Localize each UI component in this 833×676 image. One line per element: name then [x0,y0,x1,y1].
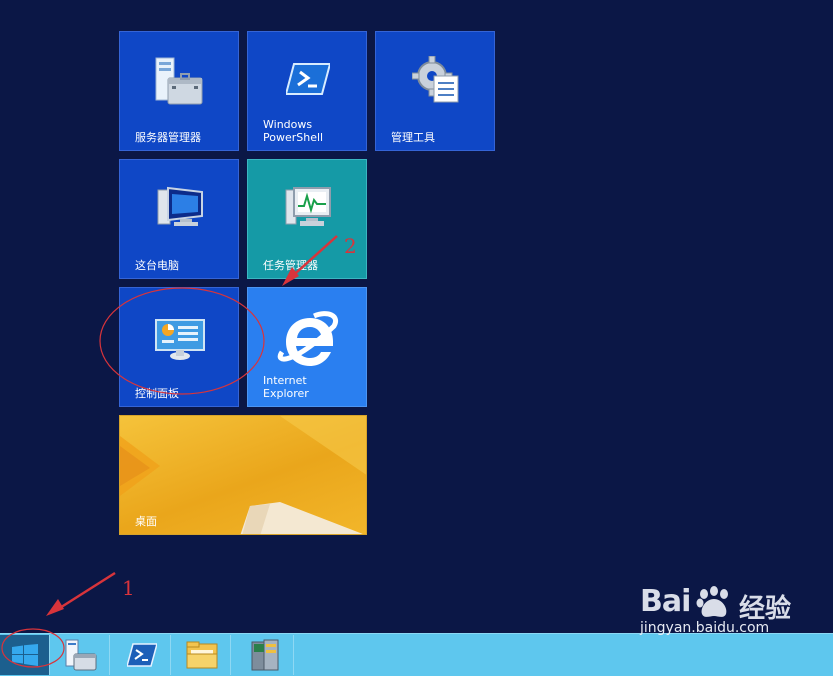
annotation-arrow-1 [54,571,116,613]
tile-label: Windows PowerShell [263,118,324,144]
tile-control-panel[interactable]: 控制面板 [119,287,239,407]
start-button[interactable] [0,635,50,675]
tile-task-manager[interactable]: 任务管理器 [247,159,367,279]
taskbar [0,633,833,676]
windows-logo-icon [11,644,38,666]
baidu-jingyan-watermark: Bai 经验 jingyan.baidu.com [640,584,830,636]
task-manager-icon [285,187,331,226]
tile-desktop[interactable]: 桌面 [119,415,367,535]
tile-windows-powershell[interactable]: Windows PowerShell [247,31,367,151]
watermark-brand: Bai [640,584,691,619]
annotation-number-1: 1 [122,576,135,600]
server-manager-icon [65,639,96,671]
watermark-url: jingyan.baidu.com [640,620,770,636]
folder-icon [186,641,217,669]
tile-label: 管理工具 [391,131,435,144]
tile-label: Internet Explorer [263,374,309,400]
admin-tools-icon [251,639,278,671]
tile-internet-explorer[interactable]: Internet Explorer [247,287,367,407]
taskbar-powershell[interactable] [113,635,171,675]
internet-explorer-icon [277,311,338,366]
tile-server-manager[interactable]: 服务器管理器 [119,31,239,151]
taskbar-server-manager[interactable] [52,635,110,675]
tile-label: 桌面 [135,515,157,528]
taskbar-admin-tools[interactable] [236,635,294,675]
desktop-wallpaper-image [120,416,366,534]
control-panel-icon [155,319,205,360]
annotation-number-2: 2 [344,234,357,258]
powershell-icon [126,643,157,667]
tile-label: 服务器管理器 [135,131,201,144]
tile-label: 这台电脑 [135,259,179,272]
paw-icon [696,586,728,617]
computer-icon [157,186,203,226]
server-manager-icon [155,57,203,105]
tile-this-pc[interactable]: 这台电脑 [119,159,239,279]
tile-label: 任务管理器 [263,259,318,272]
tile-label: 控制面板 [135,387,179,400]
tile-admin-tools[interactable]: 管理工具 [375,31,495,151]
taskbar-file-explorer[interactable] [173,635,231,675]
powershell-icon [286,63,330,95]
admin-tools-icon [412,56,459,103]
